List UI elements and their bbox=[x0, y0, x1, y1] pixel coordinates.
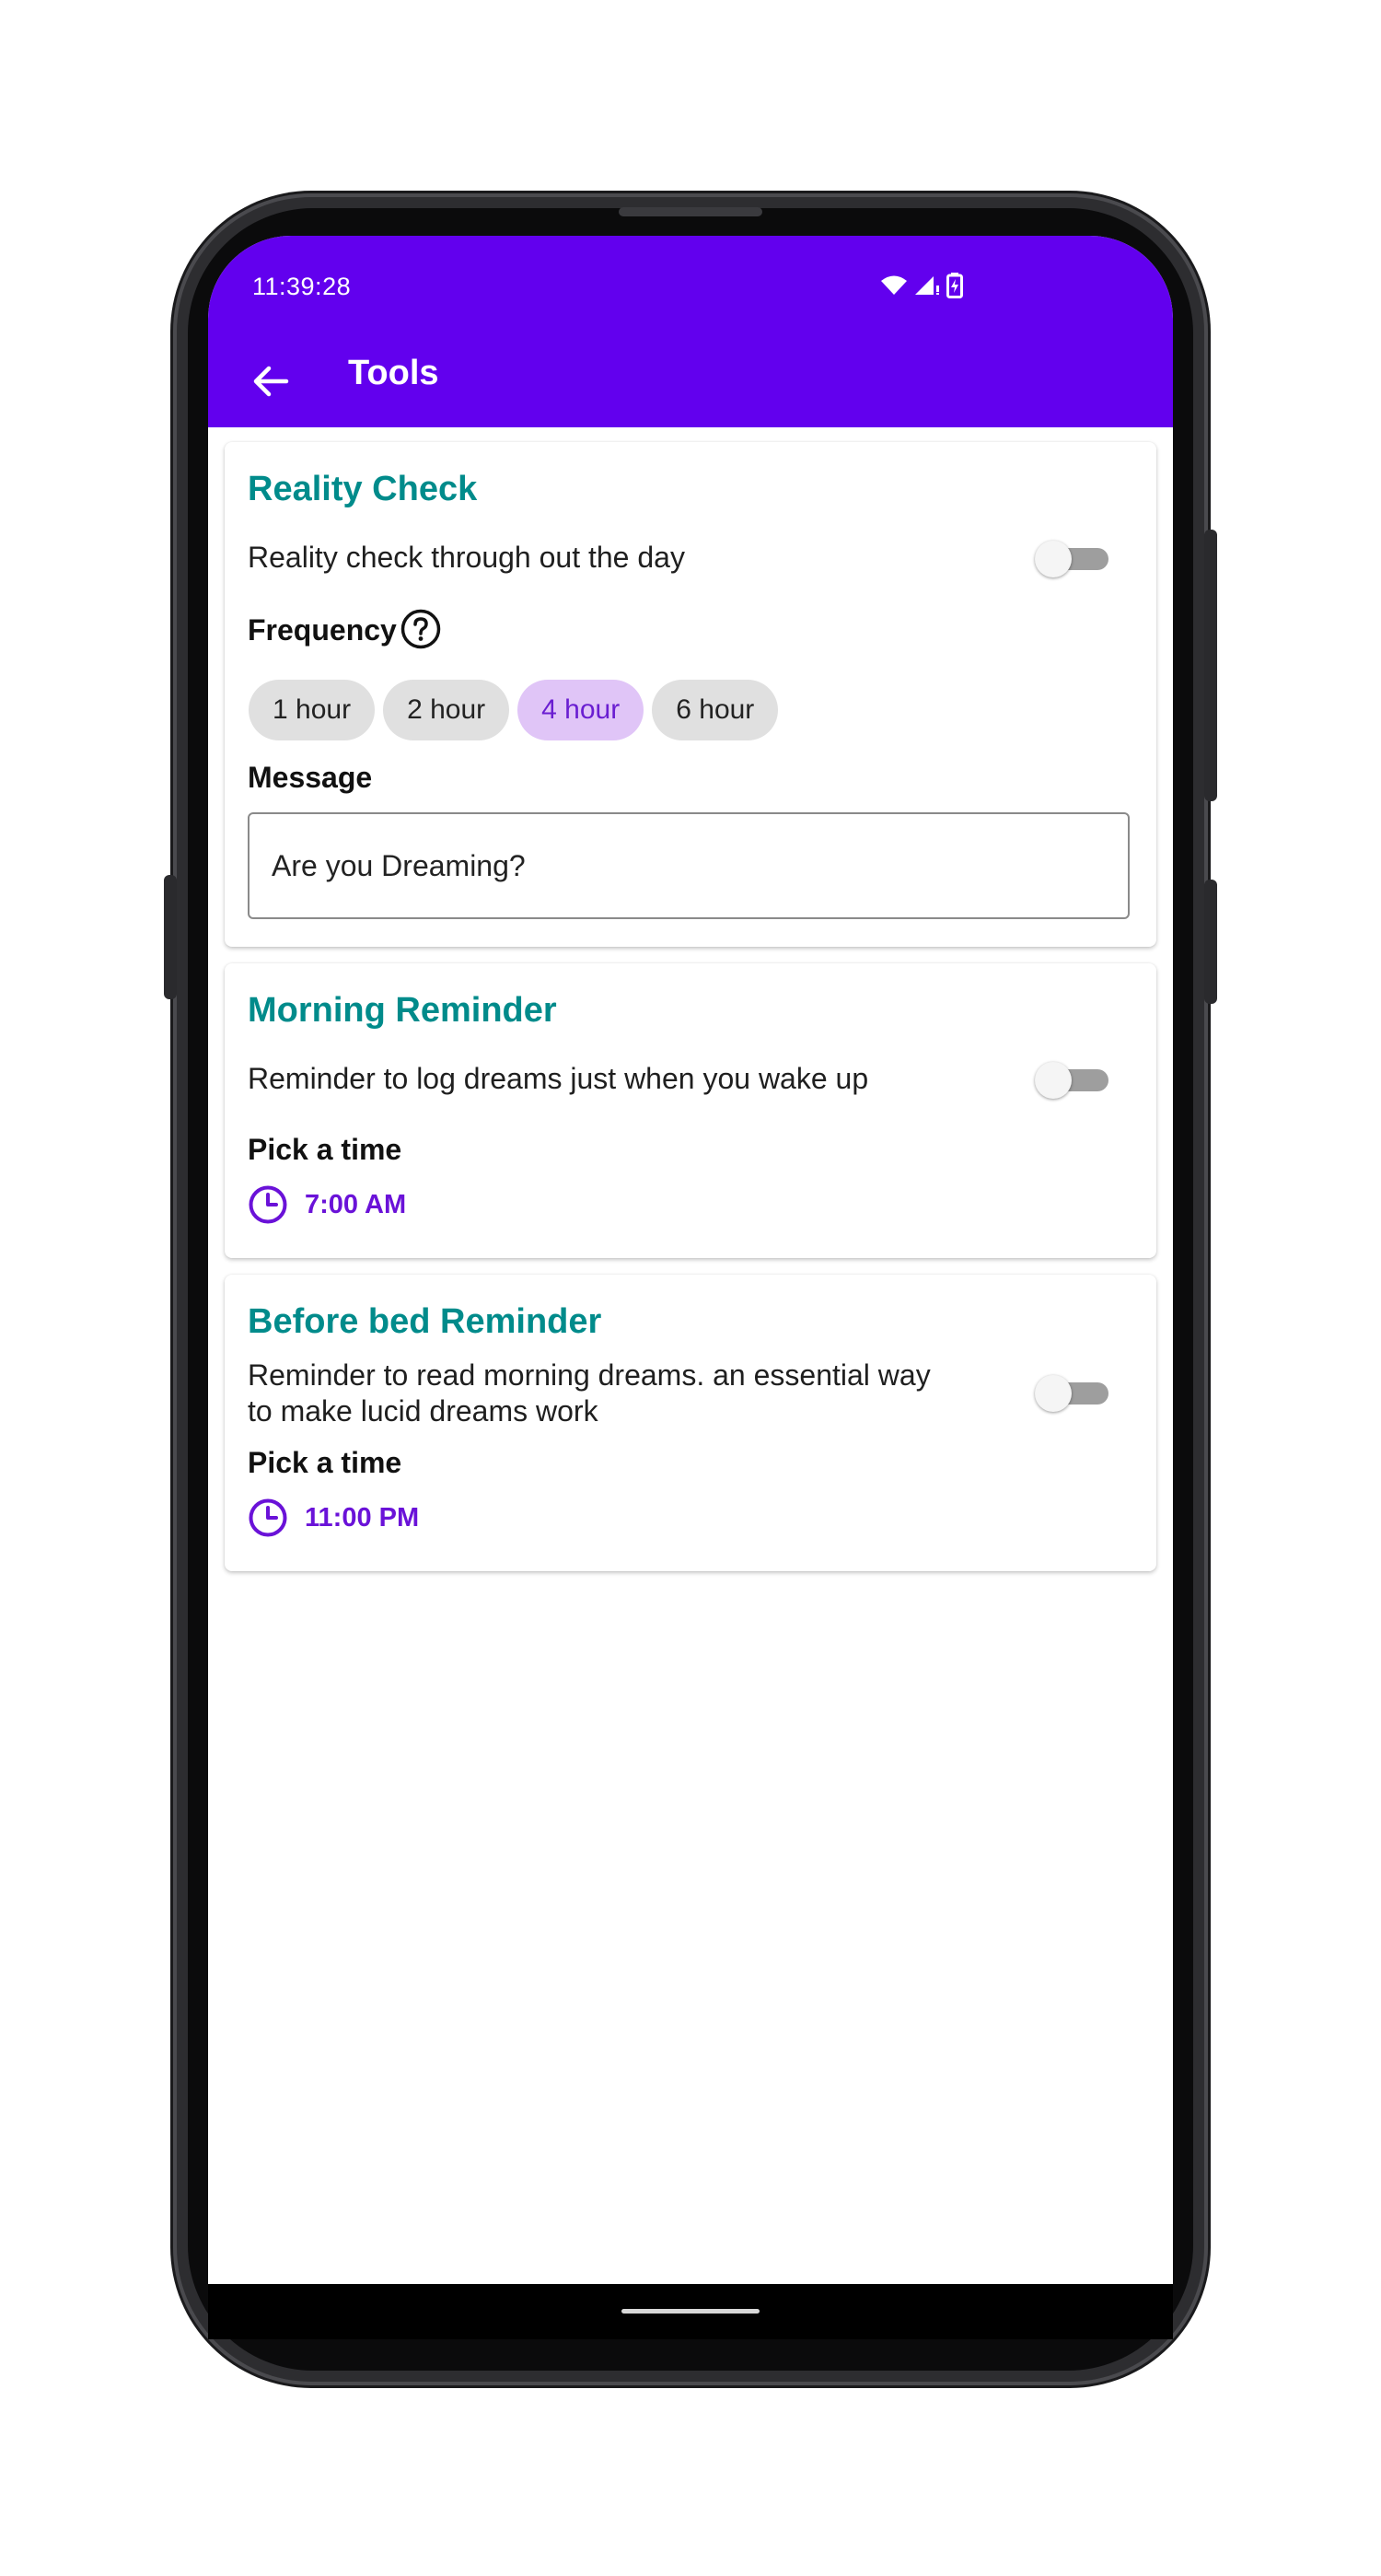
status-icons bbox=[880, 273, 963, 298]
chip-2-hour[interactable]: 2 hour bbox=[383, 680, 510, 740]
message-label: Message bbox=[248, 761, 373, 794]
chip-1-hour[interactable]: 1 hour bbox=[249, 680, 376, 740]
back-button[interactable] bbox=[243, 354, 298, 409]
reality-check-description: Reality check through out the day bbox=[248, 541, 685, 574]
signal-icon bbox=[915, 276, 939, 295]
toggle-thumb bbox=[1035, 1375, 1072, 1412]
app-screen: 11:39:28 Tools Reality Check Reality che… bbox=[208, 236, 1173, 2284]
bed-pick-time-label: Pick a time bbox=[248, 1446, 402, 1479]
message-input[interactable] bbox=[248, 812, 1130, 919]
bed-reminder-title: Before bed Reminder bbox=[248, 1302, 602, 1341]
power-button bbox=[1204, 530, 1217, 801]
bed-reminder-description-line-2: to make lucid dreams work bbox=[248, 1394, 598, 1428]
morning-reminder-description: Reminder to log dreams just when you wak… bbox=[248, 1062, 869, 1095]
reality-check-card: Reality Check Reality check through out … bbox=[225, 442, 1156, 947]
status-time: 11:39:28 bbox=[252, 273, 352, 300]
toggle-thumb bbox=[1035, 541, 1072, 577]
bed-reminder-toggle[interactable] bbox=[1035, 1372, 1108, 1413]
bed-reminder-description: Reminder to read morning dreams. an esse… bbox=[248, 1358, 931, 1429]
earpiece-speaker bbox=[619, 207, 762, 216]
morning-reminder-card: Morning Reminder Reminder to log dreams … bbox=[225, 963, 1156, 1258]
frequency-chips: 1 hour 2 hour 4 hour 6 hour bbox=[249, 680, 779, 740]
toggle-thumb bbox=[1035, 1062, 1072, 1099]
home-indicator[interactable] bbox=[621, 2309, 760, 2314]
battery-charging-icon bbox=[946, 273, 963, 298]
bed-reminder-card: Before bed Reminder Reminder to read mor… bbox=[225, 1275, 1156, 1571]
help-circle-icon[interactable] bbox=[400, 608, 442, 650]
page-title: Tools bbox=[348, 354, 439, 392]
morning-reminder-title: Morning Reminder bbox=[248, 991, 557, 1030]
bed-time-value: 11:00 PM bbox=[305, 1502, 420, 1533]
morning-time-value: 7:00 AM bbox=[305, 1189, 407, 1219]
frequency-label: Frequency bbox=[248, 613, 397, 647]
reality-check-title: Reality Check bbox=[248, 470, 478, 508]
volume-button bbox=[1204, 880, 1217, 1004]
chip-6-hour[interactable]: 6 hour bbox=[652, 680, 779, 740]
clock-icon bbox=[249, 1185, 287, 1224]
reality-check-toggle[interactable] bbox=[1035, 538, 1108, 578]
chip-4-hour[interactable]: 4 hour bbox=[517, 680, 644, 740]
bed-reminder-description-line-1: Reminder to read morning dreams. an esse… bbox=[248, 1358, 931, 1392]
morning-pick-time-label: Pick a time bbox=[248, 1133, 402, 1166]
arrow-left-icon bbox=[253, 366, 289, 397]
wifi-icon bbox=[881, 275, 907, 295]
side-key-left bbox=[164, 875, 177, 999]
clock-icon bbox=[249, 1498, 287, 1537]
morning-time-button[interactable]: 7:00 AM bbox=[248, 1184, 406, 1225]
bed-time-button[interactable]: 11:00 PM bbox=[248, 1498, 419, 1538]
app-bar: 11:39:28 Tools bbox=[208, 236, 1173, 427]
morning-reminder-toggle[interactable] bbox=[1035, 1059, 1108, 1100]
